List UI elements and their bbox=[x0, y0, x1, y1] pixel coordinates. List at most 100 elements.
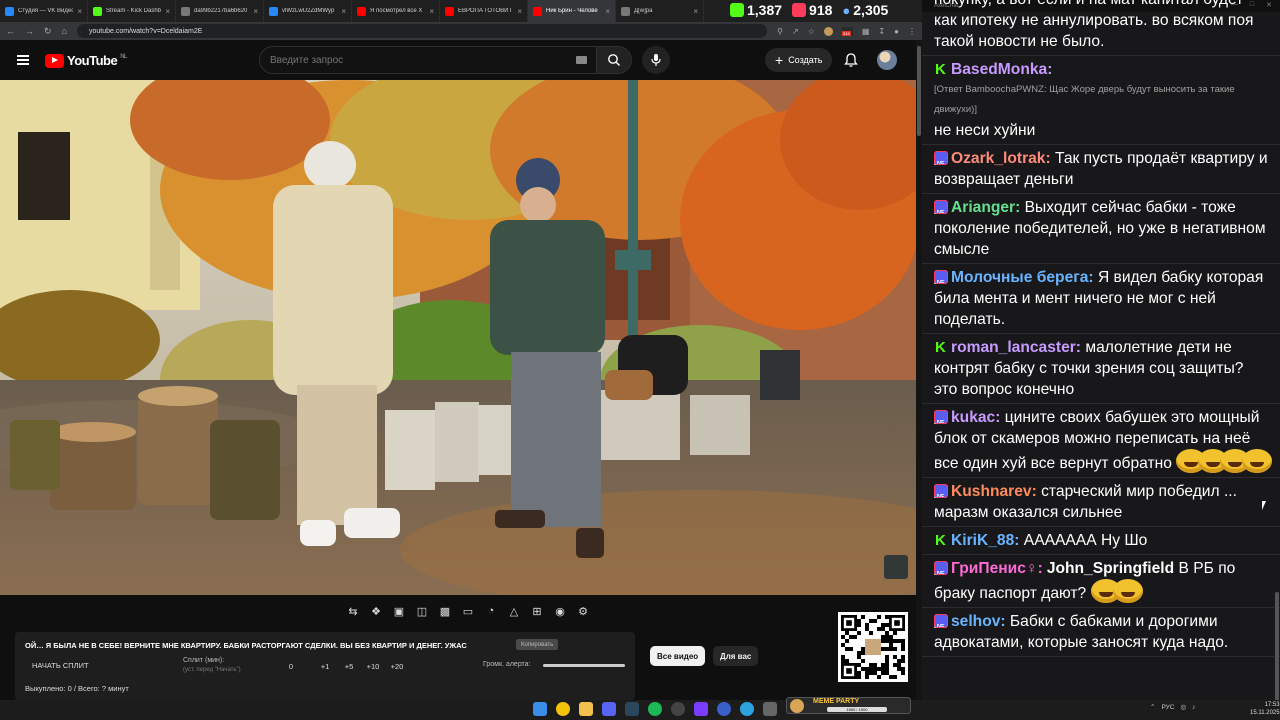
tray-expand-icon[interactable]: ⌃ bbox=[1150, 703, 1155, 711]
extension-circle-icon[interactable] bbox=[823, 26, 833, 36]
discord-icon[interactable] bbox=[602, 702, 616, 716]
system-tray: ⌃ РУС ◎ ♪ bbox=[1150, 703, 1195, 712]
chat-text: покупку, а вот если и на мат капитал буд… bbox=[934, 0, 1254, 50]
home-icon[interactable]: ⌂ bbox=[62, 26, 67, 36]
tab-label: Студия — VK Видео bbox=[18, 8, 74, 14]
language-indicator[interactable]: РУС bbox=[1161, 704, 1174, 711]
star-icon[interactable]: ☆ bbox=[808, 27, 815, 36]
browser-tab[interactable]: da99b2217ba6b620 × bbox=[176, 0, 264, 22]
share-icon[interactable]: ↗ bbox=[792, 27, 799, 36]
browser-tab[interactable]: vlWzLwU2ZdMWyp × bbox=[264, 0, 352, 22]
chat-scrollbar[interactable] bbox=[1275, 12, 1279, 700]
alert-volume-slider[interactable] bbox=[543, 664, 625, 667]
meme-party-widget[interactable]: MEME PARTY 1650 / 1500 bbox=[786, 697, 911, 714]
chat-username[interactable]: roman_lancaster: bbox=[951, 339, 1081, 356]
split-plus-20-button[interactable]: +20 bbox=[385, 662, 409, 671]
add-to-queue-icon[interactable]: ⊞ bbox=[529, 603, 545, 619]
keyboard-icon[interactable] bbox=[576, 56, 587, 64]
tab-close-icon[interactable]: × bbox=[165, 7, 170, 16]
settings-icon[interactable] bbox=[763, 702, 777, 716]
steam-icon[interactable] bbox=[625, 702, 639, 716]
split-plus-5-button[interactable]: +5 bbox=[337, 662, 361, 671]
video-player[interactable] bbox=[0, 80, 916, 595]
account-avatar[interactable] bbox=[877, 50, 897, 70]
puzzle-icon[interactable]: ▦ bbox=[862, 27, 870, 36]
chat-username[interactable]: selhov: bbox=[951, 613, 1006, 630]
youtube-logo[interactable]: YouTube NL bbox=[45, 53, 127, 68]
chat-username[interactable]: ГриПенис♀: bbox=[951, 560, 1043, 577]
forward-icon[interactable]: → bbox=[25, 26, 34, 36]
extension-badge-icon[interactable]: 313 bbox=[841, 26, 853, 36]
zoom-icon[interactable]: ⚲ bbox=[777, 27, 783, 36]
tab-close-icon[interactable]: × bbox=[605, 7, 610, 16]
picture-in-picture-icon[interactable]: ▩ bbox=[437, 603, 453, 619]
chat-mention[interactable]: John_Springfield bbox=[1047, 560, 1174, 577]
chat-message: покупку, а вот если и на мат капитал буд… bbox=[922, 0, 1280, 56]
split-hint: (уст. перед "Начать") bbox=[183, 667, 241, 673]
menu-dots-icon[interactable]: ⋮ bbox=[908, 27, 916, 36]
chat-username[interactable]: Молочные берега: bbox=[951, 269, 1094, 286]
chat-username[interactable]: Ozark_lotrak: bbox=[951, 150, 1051, 167]
tab-close-icon[interactable]: × bbox=[517, 7, 522, 16]
chrome-icon[interactable] bbox=[556, 702, 570, 716]
chat-username[interactable]: Kushnarev: bbox=[951, 483, 1037, 500]
voice-search-button[interactable] bbox=[642, 46, 670, 74]
browser-tab[interactable]: Ник Брин - Челове × bbox=[528, 0, 616, 22]
profile-icon[interactable]: ● bbox=[894, 27, 899, 36]
chat-username[interactable]: Arianger: bbox=[951, 199, 1020, 216]
speed-gauge-icon[interactable]: ◔ bbox=[483, 603, 499, 619]
start-split-button[interactable]: НАЧАТЬ СПЛИТ bbox=[32, 661, 89, 670]
browser-tab[interactable]: ЕВРОПА ГОТОВИТ × bbox=[440, 0, 528, 22]
spotify-icon[interactable] bbox=[648, 702, 662, 716]
clapperboard-icon[interactable]: ◫ bbox=[414, 603, 430, 619]
tab-label: Stream - Kick Dashboard bbox=[106, 8, 162, 14]
loop-icon[interactable]: ⇆ bbox=[345, 603, 361, 619]
media-icon[interactable] bbox=[717, 702, 731, 716]
search-input[interactable] bbox=[270, 54, 570, 66]
tab-close-icon[interactable]: × bbox=[341, 7, 346, 16]
chat-username[interactable]: BasedMonka: bbox=[951, 61, 1052, 78]
reload-icon[interactable]: ↻ bbox=[44, 26, 52, 37]
chat-messages: покупку, а вот если и на мат капитал буд… bbox=[922, 0, 1280, 657]
wifi-icon[interactable]: ◎ bbox=[1180, 703, 1186, 711]
chat-username[interactable]: kukac: bbox=[951, 409, 1000, 426]
browser-tab[interactable]: Д[w]ра × bbox=[616, 0, 704, 22]
notifications-bell-icon[interactable] bbox=[843, 52, 859, 68]
tab-close-icon[interactable]: × bbox=[429, 7, 434, 16]
obs-icon[interactable] bbox=[671, 702, 685, 716]
settings-gear-icon[interactable]: ⚙ bbox=[575, 603, 591, 619]
search-button[interactable] bbox=[596, 46, 632, 74]
browser-tab[interactable]: Я посмотрел все Х × bbox=[352, 0, 440, 22]
chat-scrollbar-thumb[interactable] bbox=[1275, 592, 1279, 700]
create-button[interactable]: + Создать bbox=[765, 48, 833, 72]
copy-title-button[interactable]: Копировать bbox=[516, 639, 559, 650]
browser-tab[interactable]: Студия — VK Видео × bbox=[0, 0, 88, 22]
camera-icon[interactable]: ◉ bbox=[552, 603, 568, 619]
screenshot-settings-icon[interactable]: ▣ bbox=[391, 603, 407, 619]
split-plus-1-button[interactable]: +1 bbox=[313, 662, 337, 671]
cast-icon[interactable]: △ bbox=[506, 603, 522, 619]
app-icon[interactable] bbox=[694, 702, 708, 716]
chip-all-videos[interactable]: Все видео bbox=[650, 646, 706, 666]
hamburger-menu-icon[interactable] bbox=[17, 55, 29, 65]
tab-close-icon[interactable]: × bbox=[77, 7, 82, 16]
folder-icon[interactable] bbox=[579, 702, 593, 716]
download-icon[interactable]: ↧ bbox=[878, 27, 885, 36]
page-scrollbar-thumb[interactable] bbox=[917, 46, 921, 136]
split-plus-10-button[interactable]: +10 bbox=[361, 662, 385, 671]
audio-icon[interactable]: ❖ bbox=[368, 603, 384, 619]
volume-icon[interactable]: ♪ bbox=[1192, 704, 1195, 711]
video-frame bbox=[0, 80, 916, 595]
chip-for-you[interactable]: Для вас bbox=[713, 646, 759, 666]
tab-close-icon[interactable]: × bbox=[693, 7, 698, 16]
search-box bbox=[259, 46, 597, 74]
tab-close-icon[interactable]: × bbox=[253, 7, 258, 16]
back-icon[interactable]: ← bbox=[6, 26, 15, 36]
theater-mode-icon[interactable]: ▭ bbox=[460, 603, 476, 619]
browser-tab[interactable]: Stream - Kick Dashboard× bbox=[88, 0, 176, 22]
clock[interactable]: 17:53 15.11.2025 bbox=[1250, 701, 1280, 717]
chat-username[interactable]: KiriK_88: bbox=[951, 532, 1019, 549]
telegram-icon[interactable] bbox=[740, 702, 754, 716]
start-icon[interactable] bbox=[533, 702, 547, 716]
url-field[interactable]: youtube.com/watch?v=Dceldaiam2E bbox=[76, 24, 768, 38]
